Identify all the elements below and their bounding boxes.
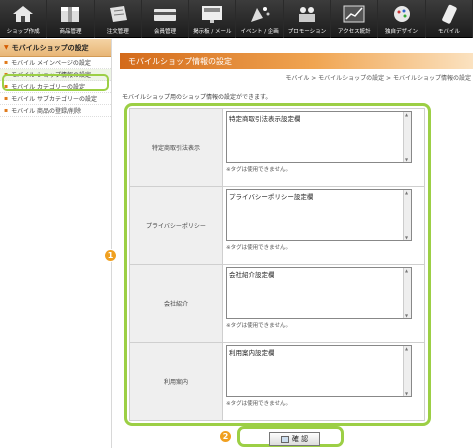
bullet-icon: ▪ bbox=[4, 59, 9, 66]
page-title-bar: モバイルショップ情報の設定 bbox=[120, 53, 473, 69]
stats-icon bbox=[343, 5, 365, 23]
sidebar-item-subcategory[interactable]: ▪ モバイル サブカテゴリーの設定 bbox=[0, 93, 111, 105]
triangle-down-icon: ▼ bbox=[4, 44, 9, 51]
bullet-icon: ▪ bbox=[4, 95, 9, 102]
confirm-button-label: 確 認 bbox=[291, 435, 309, 443]
card-icon bbox=[154, 9, 177, 21]
nav-shop-create[interactable]: ショップ作成 bbox=[0, 0, 48, 38]
party-icon bbox=[250, 7, 270, 22]
nav-mobile[interactable]: モバイル bbox=[426, 0, 473, 38]
nav-promotion[interactable]: プロモーション bbox=[284, 0, 332, 38]
nav-label: イベント / 企画 bbox=[240, 29, 279, 35]
confirm-icon bbox=[280, 435, 289, 443]
bullet-icon: ▪ bbox=[4, 107, 9, 114]
nav-label: 会員管理 bbox=[154, 29, 177, 35]
sidebar-item-label: モバイル サブカテゴリーの設定 bbox=[11, 96, 97, 103]
mobile-icon bbox=[442, 4, 457, 24]
nav-product-management[interactable]: 商品管理 bbox=[47, 0, 95, 38]
confirm-button[interactable]: 確 認 bbox=[269, 432, 320, 446]
sidebar-header-label: モバイルショップの設定 bbox=[11, 43, 89, 52]
nav-label: ショップ作成 bbox=[6, 29, 40, 35]
promotion-icon bbox=[298, 7, 315, 22]
nav-event-planning[interactable]: イベント / 企画 bbox=[236, 0, 284, 38]
form-highlight bbox=[124, 103, 431, 426]
nav-access-stats[interactable]: アクセス統計 bbox=[331, 0, 379, 38]
step-marker-2: 2 bbox=[219, 430, 232, 443]
nav-label: 掲示板 / メール bbox=[193, 29, 232, 35]
nav-member-management[interactable]: 会員管理 bbox=[142, 0, 190, 38]
sidebar-item-label: モバイル メインページの設定 bbox=[11, 60, 91, 67]
step-marker-1: 1 bbox=[104, 249, 117, 262]
nav-label: アクセス統計 bbox=[337, 29, 371, 35]
main-content: モバイルショップ情報の設定 モバイル > モバイルショップの設定 > モバイルシ… bbox=[104, 39, 473, 448]
home-icon bbox=[13, 6, 34, 22]
nav-label: 独自デザイン bbox=[385, 29, 419, 35]
nav-label: プロモーション bbox=[287, 29, 327, 35]
board-icon bbox=[202, 6, 223, 23]
nav-label: 商品管理 bbox=[59, 29, 82, 35]
nav-custom-design[interactable]: 独自デザイン bbox=[378, 0, 426, 38]
sidebar-item-product-register[interactable]: ▪ モバイル 商品の登録/削除 bbox=[0, 105, 111, 117]
box-icon bbox=[61, 7, 80, 22]
order-icon bbox=[109, 6, 127, 22]
intro-text: モバイルショップ用のショップ情報の設定ができます。 bbox=[122, 94, 272, 101]
nav-order-management[interactable]: 注文管理 bbox=[95, 0, 142, 38]
top-navigation: ショップ作成 商品管理 注文管理 会員管理 掲示板 / メール イベント / 企… bbox=[0, 0, 473, 38]
nav-label: 注文管理 bbox=[106, 29, 129, 35]
nav-label: モバイル bbox=[437, 29, 460, 35]
sidebar: ▼ モバイルショップの設定 ▪ モバイル メインページの設定 ▪ モバイル ショ… bbox=[0, 39, 112, 448]
design-icon bbox=[393, 6, 410, 22]
sidebar-item-label: モバイル 商品の登録/削除 bbox=[11, 108, 82, 115]
nav-board-mail[interactable]: 掲示板 / メール bbox=[189, 0, 237, 38]
page-title: モバイルショップ情報の設定 bbox=[128, 56, 232, 66]
sidebar-highlight bbox=[2, 74, 109, 91]
sidebar-header: ▼ モバイルショップの設定 bbox=[0, 39, 111, 57]
sidebar-item-main-page[interactable]: ▪ モバイル メインページの設定 bbox=[0, 57, 111, 69]
breadcrumb: モバイル > モバイルショップの設定 > モバイルショップ情報の設定 bbox=[285, 75, 471, 82]
